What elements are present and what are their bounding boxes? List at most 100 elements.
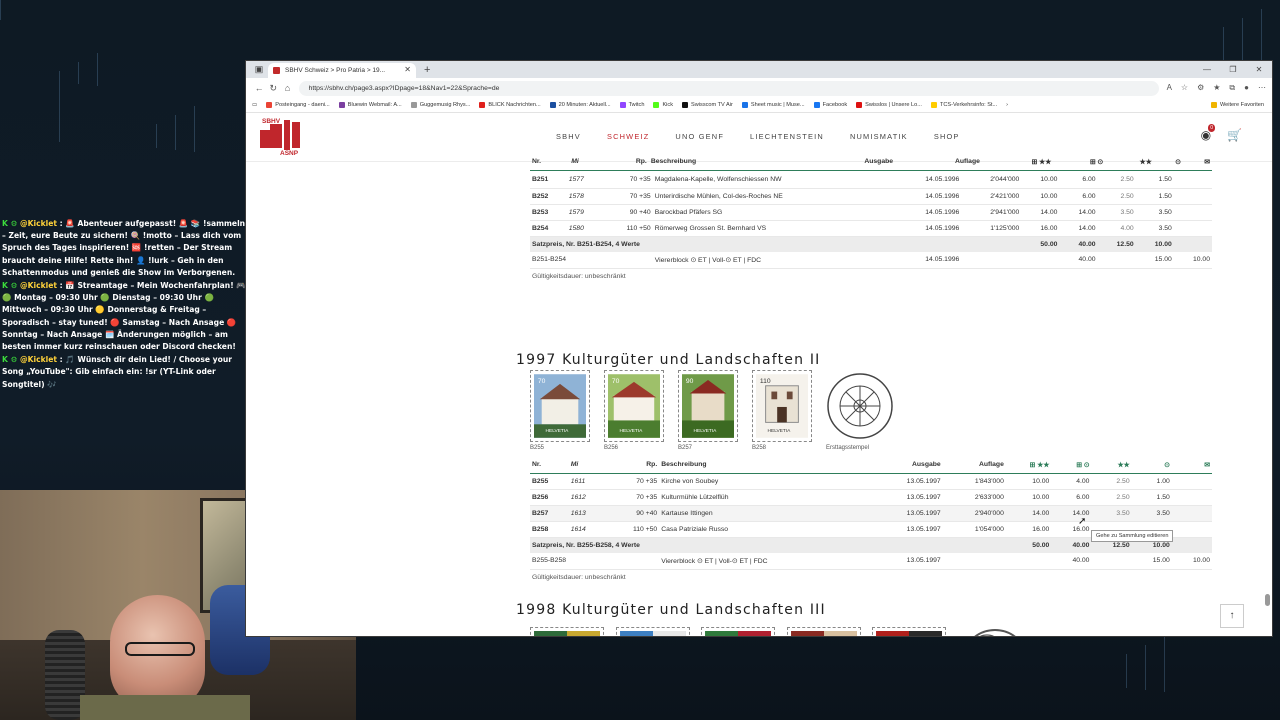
stamp-image[interactable]: HELVETIA70 bbox=[615, 627, 690, 636]
bookmarks-overflow-icon[interactable]: › bbox=[1006, 102, 1008, 108]
cell-c1: 16.00 bbox=[1005, 521, 1052, 538]
url-field[interactable]: https://sbhv.ch/page3.aspx?IDpage=18&Nav… bbox=[298, 80, 1159, 96]
svg-text:70: 70 bbox=[538, 378, 546, 385]
table-row[interactable]: B253 1579 90 +40 Barockbad Pfäfers SG 14.05.… bbox=[530, 204, 1212, 221]
chat-message: K ⚙ @Kicklet : 🚨 Abenteuer aufgepasst! 🚨… bbox=[0, 218, 248, 279]
minimize-button[interactable]: — bbox=[1194, 61, 1220, 78]
logo-shape bbox=[292, 122, 300, 148]
nav-liechtenstein[interactable]: LIECHTENSTEIN bbox=[750, 132, 824, 141]
bookmark-item[interactable]: Sheet music | Muse... bbox=[741, 102, 805, 108]
col-c2: ⊞ ⊙ bbox=[1053, 154, 1106, 171]
bookmark-item[interactable]: 20 Minuten: Aktuell... bbox=[549, 102, 611, 108]
logo-shape bbox=[270, 124, 282, 148]
close-window-button[interactable]: ✕ bbox=[1246, 61, 1272, 78]
tab-bar: ▣ SBHV Schweiz > Pro Patria > 19... ✕ + … bbox=[246, 61, 1272, 78]
tab-close-icon[interactable]: ✕ bbox=[404, 65, 411, 74]
stamp-image[interactable]: HELVETIA90 bbox=[701, 627, 775, 636]
scroll-to-top-button[interactable]: ↑ bbox=[1220, 604, 1244, 628]
nav-sbhv[interactable]: SBHV bbox=[556, 132, 581, 141]
menu-icon[interactable]: ⋯ bbox=[1258, 83, 1266, 93]
stamp-image[interactable]: 110 HELVETIA bbox=[752, 370, 812, 442]
block-row[interactable]: B251-B254 Viererblock ⊙ ET | Voll-⊙ ET | … bbox=[530, 252, 1212, 269]
bookmark-item[interactable]: Facebook bbox=[813, 102, 847, 108]
home-icon[interactable]: ⌂ bbox=[280, 83, 294, 93]
cell-nr: B258 bbox=[530, 521, 569, 538]
cell-nr: B257 bbox=[530, 505, 569, 522]
site-favicon-icon bbox=[273, 67, 280, 74]
cell-date: 14.05.1996 bbox=[892, 252, 962, 269]
cell-desc: Viererblock ⊙ ET | Voll-⊙ ET | FDC bbox=[659, 553, 871, 570]
validity-text: Gültigkeitsdauer: unbeschränkt bbox=[532, 573, 626, 581]
table-row[interactable]: B251 1577 70 +35 Magdalena-Kapelle, Wolfens… bbox=[530, 172, 1212, 189]
cell-c5: 10.00 bbox=[1171, 553, 1212, 570]
bookmark-item[interactable]: Swisslos | Unsere Lo... bbox=[856, 102, 922, 108]
cell-c2: 14.00 bbox=[1059, 204, 1098, 221]
more-favorites[interactable]: Weitere Favoriten bbox=[1210, 102, 1272, 108]
table-row[interactable]: B257 1613 90 +40 Kartause Ittingen 13.05.199… bbox=[530, 505, 1212, 522]
bookmark-item[interactable]: Guggemusig Rhys... bbox=[410, 102, 470, 108]
table-row[interactable]: B255 1611 70 +35 Kirche von Soubey 13.05.199… bbox=[530, 473, 1212, 490]
folder-icon[interactable]: ▭ bbox=[252, 102, 257, 108]
col-c3: ★★ bbox=[1091, 457, 1132, 474]
extensions-icon[interactable]: ⚙ bbox=[1197, 83, 1204, 93]
stamp-table-1996: Nr. Mi Rp. Beschreibung Ausgabe Auflage ⊞ ★★ ⊞ … bbox=[530, 154, 1212, 171]
cell-c2: 4.00 bbox=[1051, 473, 1092, 490]
sbhv-logo[interactable]: SBHV ASNP bbox=[260, 118, 302, 160]
chat-badge-icon: K ⚙ bbox=[2, 219, 20, 228]
cell-c1: 14.00 bbox=[1005, 505, 1052, 522]
nav-shop[interactable]: SHOP bbox=[934, 132, 960, 141]
table-row[interactable]: B252 1578 70 +35 Unterirdische Mühlen, Col-… bbox=[530, 188, 1212, 205]
stamp-image[interactable]: 90 HELVETIA bbox=[678, 370, 738, 442]
user-account-icon[interactable]: ◉ 0 bbox=[1201, 124, 1216, 142]
stamp-image[interactable]: 70 HELVETIA bbox=[604, 370, 664, 442]
rain-streak bbox=[156, 124, 157, 148]
favorite-star-icon[interactable]: ☆ bbox=[1181, 83, 1188, 93]
cell-c3: 3.50 bbox=[1097, 204, 1136, 221]
bookmark-item[interactable]: TCS-Verkehrsinfo: St... bbox=[930, 102, 997, 108]
rain-streak bbox=[1126, 654, 1127, 688]
bookmark-item[interactable]: Bluewin Webmail: A... bbox=[338, 102, 402, 108]
read-aloud-icon[interactable]: A bbox=[1167, 83, 1172, 93]
table-row[interactable]: B254 1580 110 +50 Römerweg Grossen St. Bern… bbox=[530, 220, 1212, 237]
nav-uno-genf[interactable]: UNO GENF bbox=[675, 132, 724, 141]
bookmark-item[interactable]: Posteingang - daeni... bbox=[266, 102, 330, 108]
web-page: SBHV ASNP SBHV SCHWEIZ UNO GENF LIECHTEN… bbox=[246, 114, 1272, 636]
bookmark-item[interactable]: Swisscom TV Air bbox=[682, 102, 733, 108]
favorites-icon[interactable]: ★ bbox=[1213, 83, 1220, 93]
stamp-caption: B255 bbox=[530, 445, 545, 451]
stamp-image[interactable]: HELVETIA110 bbox=[872, 627, 946, 636]
bookmark-item[interactable]: Kick bbox=[653, 102, 673, 108]
reload-icon[interactable]: ↻ bbox=[266, 83, 280, 94]
cell-c2: 40.00 bbox=[1059, 236, 1098, 252]
browser-tab[interactable]: SBHV Schweiz > Pro Patria > 19... ✕ bbox=[268, 63, 416, 78]
collections-icon[interactable]: ⧉ bbox=[1229, 83, 1235, 93]
block-row[interactable]: B255-B258 Viererblock ⊙ ET | Voll-⊙ ET | … bbox=[530, 553, 1212, 570]
nav-numismatik[interactable]: NUMISMATIK bbox=[850, 132, 908, 141]
nav-schweiz[interactable]: SCHWEIZ bbox=[607, 132, 649, 141]
back-icon[interactable]: ← bbox=[252, 83, 266, 93]
fdc-caption: Ersttagsstempel bbox=[826, 445, 870, 451]
profile-icon[interactable]: ● bbox=[1244, 83, 1249, 93]
page-scrollbar[interactable] bbox=[1265, 114, 1270, 636]
stamp-image[interactable]: HELVETIA90 bbox=[786, 627, 861, 636]
set-price-label: Satzpreis, Nr. B255-B258, 4 Werte bbox=[530, 537, 1006, 553]
bookmark-item[interactable]: Twitch bbox=[619, 102, 644, 108]
address-bar-row: ← ↻ ⌂ https://sbhv.ch/page3.aspx?IDpage=… bbox=[246, 78, 1272, 98]
cell-desc: Kartause Ittingen bbox=[659, 505, 871, 522]
new-tab-button[interactable]: + bbox=[424, 62, 430, 78]
stamp-image[interactable]: HELVETIA70 bbox=[530, 627, 604, 636]
tab-actions-icon[interactable]: ▣ bbox=[250, 61, 268, 78]
scrollbar-thumb[interactable] bbox=[1265, 594, 1270, 606]
maximize-button[interactable]: ❐ bbox=[1220, 61, 1246, 78]
cell-issue: 1'843'000 bbox=[942, 473, 1006, 490]
bookmark-item[interactable]: BLICK Nachrichten... bbox=[479, 102, 541, 108]
stamp-image[interactable]: 70 HELVETIA bbox=[530, 370, 590, 442]
cell-mi: 1612 bbox=[568, 489, 606, 506]
col-c5: ✉ bbox=[1171, 457, 1212, 474]
cell-c1: 10.00 bbox=[1005, 489, 1052, 506]
cell-c1: 50.00 bbox=[1021, 236, 1060, 252]
table-row[interactable]: B256 1612 70 +35 Kulturmühle Lützelflüh 13.0… bbox=[530, 489, 1212, 506]
cart-icon[interactable]: 🛒 bbox=[1227, 128, 1242, 142]
main-nav: SBHV SCHWEIZ UNO GENF LIECHTENSTEIN NUMI… bbox=[556, 132, 960, 141]
cell-rp: 70 +35 bbox=[605, 489, 660, 506]
